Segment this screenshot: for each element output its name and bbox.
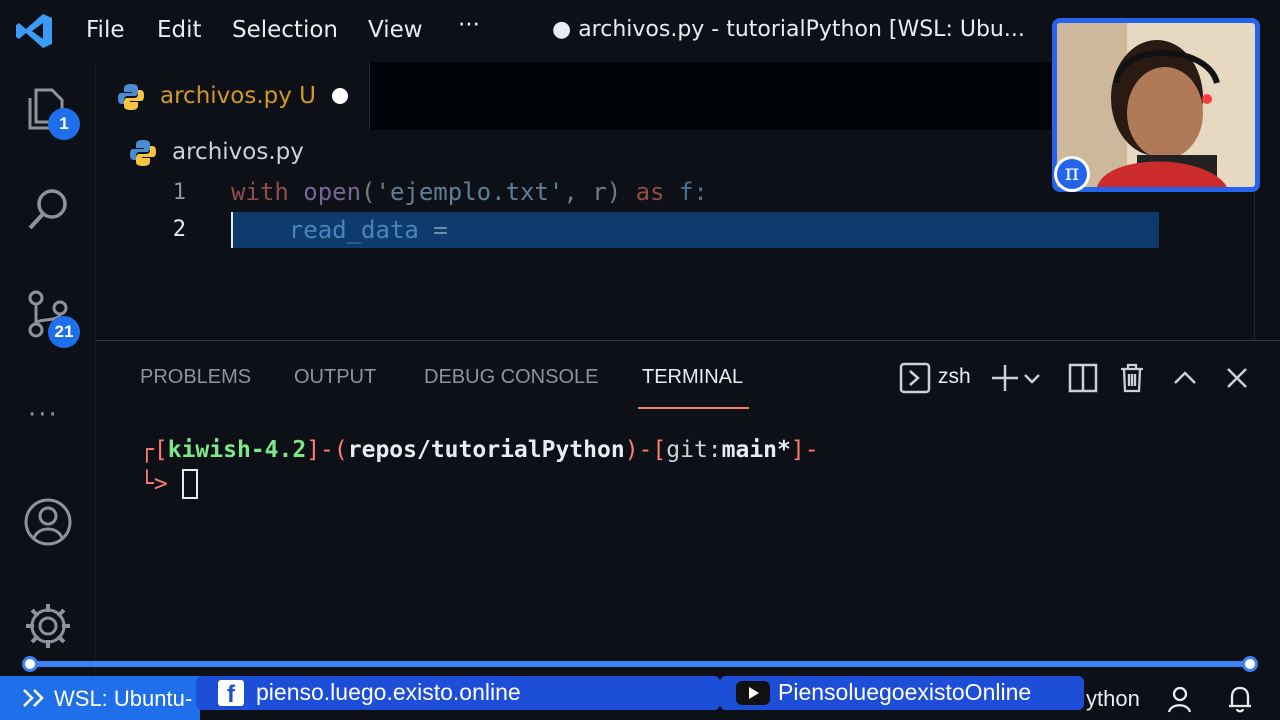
bottom-panel: PROBLEMS OUTPUT DEBUG CONSOLE TERMINAL z…: [96, 340, 1280, 676]
tab-terminal[interactable]: TERMINAL: [642, 366, 743, 389]
account-icon[interactable]: [22, 496, 74, 548]
more-views[interactable]: ···: [28, 400, 59, 430]
split-terminal-icon[interactable]: [1066, 361, 1100, 395]
feedback-icon[interactable]: [1166, 684, 1196, 714]
facebook-icon: f: [218, 680, 244, 708]
menu-more[interactable]: ···: [458, 12, 480, 38]
menu-selection[interactable]: Selection: [232, 17, 338, 43]
notifications-bell-icon[interactable]: [1226, 684, 1254, 714]
chevron-down-icon[interactable]: [1020, 361, 1044, 395]
unsaved-dot-icon[interactable]: [332, 88, 348, 104]
pi-logo-badge: π: [1054, 156, 1090, 192]
language-mode[interactable]: ython: [1086, 686, 1140, 712]
window-title: ● archivos.py - tutorialPython [WSL: Ubu…: [552, 17, 1025, 42]
python-file-icon: [130, 140, 156, 166]
remote-label: WSL: Ubuntu-: [54, 686, 193, 711]
close-icon[interactable]: [1220, 361, 1254, 395]
presenter-video: [1057, 23, 1255, 187]
python-file-icon: [118, 84, 144, 110]
youtube-icon: [736, 681, 770, 705]
breadcrumb-file[interactable]: archivos.py: [172, 139, 304, 165]
facebook-banner: f pienso.luego.existo.online: [196, 676, 720, 710]
video-progress-bar[interactable]: [30, 661, 1250, 667]
code-line-2: read_data =: [288, 216, 448, 244]
menu-view[interactable]: View: [368, 17, 423, 43]
code-line-1: with open('ejemplo.txt', r) as f:: [231, 178, 708, 206]
tab-output[interactable]: OUTPUT: [294, 366, 376, 389]
tab-debug-console[interactable]: DEBUG CONSOLE: [424, 366, 598, 389]
remote-indicator[interactable]: WSL: Ubuntu-: [0, 676, 200, 720]
tab-label: archivos.py U: [160, 83, 317, 109]
youtube-banner: PiensoluegoexistoOnline: [720, 676, 1084, 710]
shell-name[interactable]: zsh: [938, 365, 971, 389]
vscode-logo-icon[interactable]: [14, 12, 54, 50]
trash-icon[interactable]: [1115, 361, 1149, 395]
tab-problems[interactable]: PROBLEMS: [140, 366, 251, 389]
progress-end-knob[interactable]: [1242, 656, 1258, 672]
progress-start-knob[interactable]: [22, 656, 38, 672]
terminal-prompt-line: ┌[kiwish-4.2]-(repos/tutorialPython)-[gi…: [140, 437, 819, 463]
search-icon[interactable]: [22, 184, 74, 236]
line-number: 2: [172, 217, 186, 242]
gear-icon[interactable]: [22, 600, 74, 652]
source-control-badge: 21: [48, 316, 80, 348]
menu-file[interactable]: File: [86, 17, 125, 43]
activity-bar: 1 21 ···: [0, 62, 96, 676]
line-number: 1: [172, 180, 186, 205]
terminal-cursor: [182, 469, 198, 499]
new-terminal-icon[interactable]: [988, 361, 1022, 395]
menu-edit[interactable]: Edit: [157, 17, 202, 43]
youtube-handle: PiensoluegoexistoOnline: [778, 679, 1032, 705]
facebook-handle: pienso.luego.existo.online: [256, 679, 521, 705]
active-tab-indicator: [638, 407, 749, 409]
explorer-badge: 1: [48, 108, 80, 140]
terminal-input-line[interactable]: └>: [140, 471, 168, 497]
tab-archivos-py[interactable]: archivos.py U: [96, 62, 370, 130]
terminal-shell-icon[interactable]: [898, 361, 932, 395]
remote-icon: [23, 689, 44, 707]
maximize-panel-icon[interactable]: [1168, 361, 1202, 395]
code-editor[interactable]: 1 2 with open('ejemplo.txt', r) as f: re…: [96, 170, 1256, 340]
